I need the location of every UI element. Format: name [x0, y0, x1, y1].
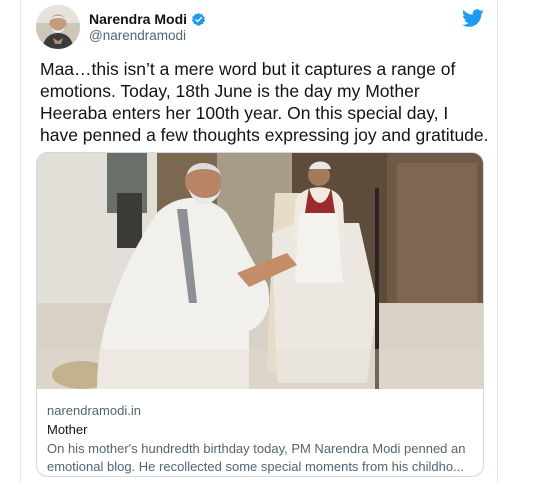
link-description: On his mother's hundredth birthday today… [47, 441, 466, 474]
photo-modi-with-mother-icon [37, 153, 483, 389]
author-display-name[interactable]: Narendra Modi [89, 11, 187, 27]
tweet-card: Narendra Modi @narendramodi Maa…this isn… [20, 0, 498, 482]
author-avatar[interactable] [36, 5, 80, 49]
author-name-row[interactable]: Narendra Modi [89, 9, 206, 29]
profile-photo-icon [36, 5, 80, 49]
link-preview-image[interactable] [37, 153, 483, 389]
twitter-bird-icon[interactable] [462, 7, 484, 29]
link-domain[interactable]: narendramodi.in [47, 403, 141, 418]
tweet-text: Maa…this isn’t a mere word but it captur… [40, 59, 489, 145]
link-preview-card[interactable]: narendramodi.in Mother On his mother's h… [36, 152, 484, 477]
verified-badge-icon [191, 12, 206, 27]
link-title[interactable]: Mother [47, 422, 87, 437]
author-handle[interactable]: @narendramodi [89, 28, 186, 43]
